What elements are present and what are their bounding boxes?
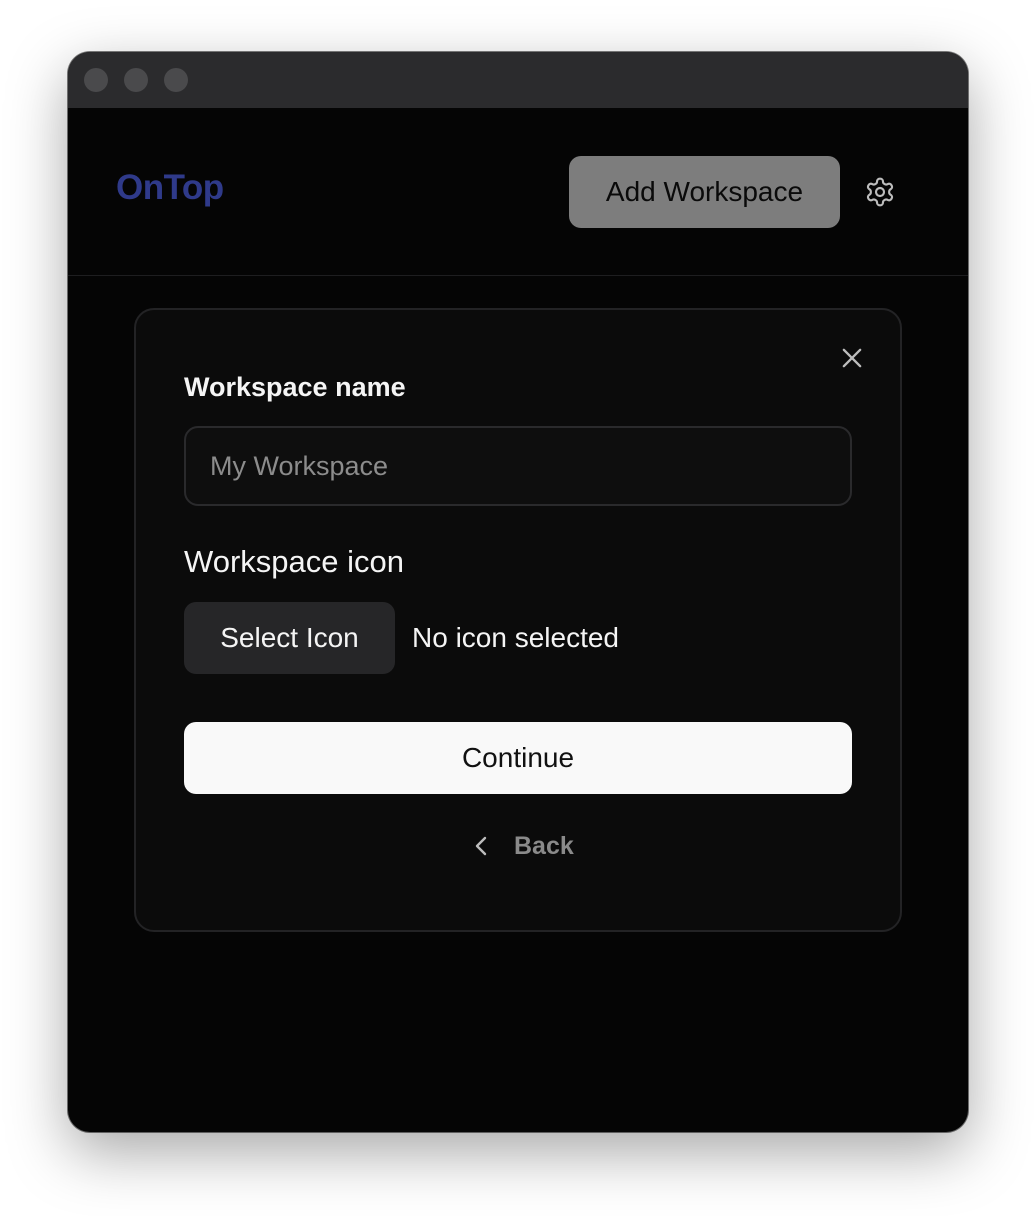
- icon-status-text: No icon selected: [412, 622, 620, 653]
- workspace-name-input[interactable]: [184, 426, 852, 506]
- create-workspace-dialog: Workspace name Workspace icon Select Ico…: [134, 308, 902, 932]
- workspace-name-label: Workspace name: [184, 372, 406, 402]
- window-zoom-dot[interactable]: [164, 68, 188, 92]
- add-workspace-button[interactable]: Add Workspace: [569, 156, 840, 228]
- title-bar: [68, 52, 968, 108]
- app-header: OnTop Add Workspace: [68, 108, 968, 276]
- app-window: OnTop Add Workspace Workspace name Works…: [68, 52, 968, 1132]
- back-button[interactable]: Back: [472, 828, 574, 864]
- window-minimize-dot[interactable]: [124, 68, 148, 92]
- continue-button[interactable]: Continue: [184, 722, 852, 794]
- select-icon-button[interactable]: Select Icon: [184, 602, 395, 674]
- gear-icon[interactable]: [864, 176, 896, 208]
- close-icon[interactable]: [838, 344, 866, 372]
- back-label: Back: [514, 831, 574, 860]
- window-close-dot[interactable]: [84, 68, 108, 92]
- chevron-left-icon: [475, 836, 487, 856]
- workspace-icon-label: Workspace icon: [184, 544, 404, 579]
- app-logo: OnTop: [116, 168, 224, 207]
